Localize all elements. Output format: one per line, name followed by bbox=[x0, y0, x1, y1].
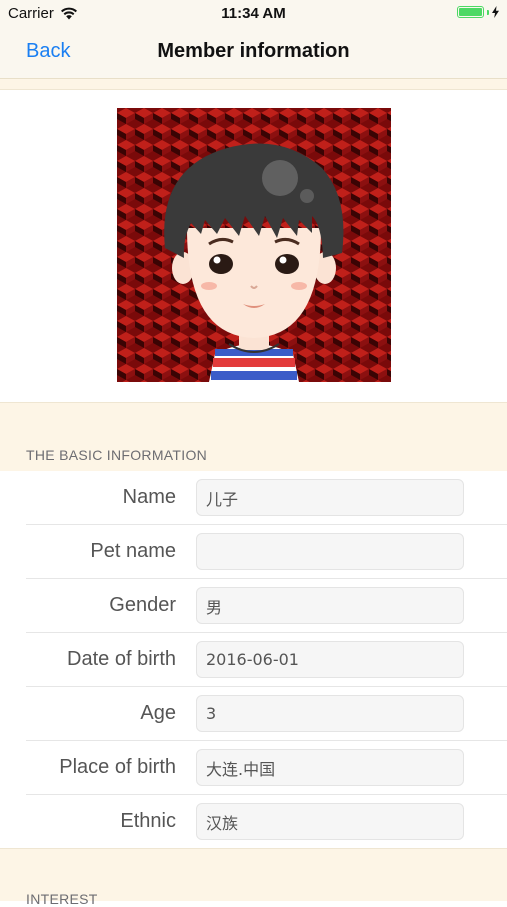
basic-info-section-header: THE BASIC INFORMATION bbox=[0, 402, 507, 471]
charging-bolt-icon bbox=[492, 6, 499, 18]
status-bar: Carrier 11:34 AM bbox=[0, 0, 507, 28]
section-title-basic: THE BASIC INFORMATION bbox=[26, 447, 208, 463]
navigation-bar: Back Member information bbox=[0, 28, 507, 79]
battery-icon bbox=[457, 6, 484, 18]
basic-info-form: Name Pet name Gender Date of birth Age P… bbox=[0, 471, 507, 848]
form-row-pet-name: Pet name bbox=[26, 525, 507, 579]
form-row-name: Name bbox=[26, 471, 507, 525]
interest-section-header: INTEREST bbox=[0, 848, 507, 907]
age-label: Age bbox=[140, 702, 176, 724]
member-avatar[interactable] bbox=[117, 108, 391, 382]
page-title: Member information bbox=[157, 40, 350, 62]
header-divider-strip bbox=[0, 79, 507, 90]
age-field[interactable] bbox=[196, 695, 464, 732]
gender-field[interactable] bbox=[196, 587, 464, 624]
form-row-date-of-birth: Date of birth bbox=[26, 633, 507, 687]
place-of-birth-field[interactable] bbox=[196, 749, 464, 786]
name-label: Name bbox=[122, 486, 176, 508]
place-of-birth-label: Place of birth bbox=[59, 756, 176, 778]
avatar-image bbox=[117, 108, 391, 382]
pet-name-field[interactable] bbox=[196, 533, 464, 570]
status-time: 11:34 AM bbox=[221, 5, 286, 22]
form-row-place-of-birth: Place of birth bbox=[26, 741, 507, 795]
date-of-birth-field[interactable] bbox=[196, 641, 464, 678]
form-row-age: Age bbox=[26, 687, 507, 741]
form-row-gender: Gender bbox=[26, 579, 507, 633]
pet-name-label: Pet name bbox=[90, 540, 176, 562]
gender-label: Gender bbox=[109, 594, 176, 616]
form-row-ethnic: Ethnic bbox=[26, 795, 507, 848]
ethnic-label: Ethnic bbox=[120, 810, 176, 832]
battery-indicator bbox=[457, 6, 499, 18]
ethnic-field[interactable] bbox=[196, 803, 464, 840]
name-field[interactable] bbox=[196, 479, 464, 516]
section-title-interest: INTEREST bbox=[26, 891, 98, 907]
date-of-birth-label: Date of birth bbox=[67, 648, 176, 670]
